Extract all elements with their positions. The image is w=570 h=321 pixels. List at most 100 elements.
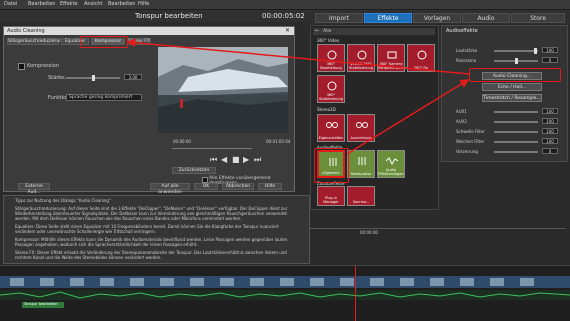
- weichen-filter-slider[interactable]: [494, 141, 538, 143]
- menu-item-bearbeiten[interactable]: Bearbeiten: [28, 1, 55, 7]
- tab-store[interactable]: Store: [511, 13, 565, 23]
- waveform-icon: [385, 156, 399, 166]
- tab-stoergeraeusch[interactable]: Störgeräuschreduzierung: [7, 38, 65, 45]
- schwelle-filter-value[interactable]: 100: [542, 128, 558, 134]
- aux1-value[interactable]: 100: [542, 108, 558, 114]
- alle-breadcrumb[interactable]: Alle: [323, 29, 331, 34]
- close-icon[interactable]: ✕: [285, 27, 290, 34]
- effect-tile-restaurator[interactable]: Restaurator: [347, 150, 375, 178]
- globe-icon: [356, 50, 368, 60]
- category-360-video[interactable]: 360° Video: [317, 38, 339, 43]
- aux2-label: AUX2: [456, 119, 467, 124]
- panorama-value[interactable]: 0: [542, 57, 558, 63]
- verzerrung-label: Verzerrung: [456, 149, 478, 154]
- tab-import[interactable]: Import: [315, 13, 363, 23]
- menu-item-hilfe[interactable]: Hilfe: [138, 1, 149, 7]
- panorama-label: Panorama: [456, 58, 477, 63]
- stop-icon[interactable]: ■: [232, 155, 240, 164]
- weichen-filter-label: Weichen Filter: [456, 139, 485, 144]
- timestretch-button[interactable]: Timestretch / Resample...: [482, 94, 542, 102]
- globe-icon: [416, 50, 428, 60]
- ok-button[interactable]: OK: [194, 183, 218, 190]
- effect-tile-360-kamera[interactable]: 360° Kamera Sensoreinstellung: [377, 44, 409, 72]
- help-paragraph-2: Equalizer: Diese Seite stellt einen Equa…: [15, 224, 279, 235]
- highlight-allgemein-tile: [314, 148, 349, 183]
- preview-video: [158, 47, 288, 133]
- effect-tile-360-bearbeitung[interactable]: 360° Bearbeitung: [317, 44, 345, 72]
- lautstaerke-label: Lautstärke: [456, 48, 478, 53]
- timeline-ruler[interactable]: 00:00:00: [310, 228, 566, 237]
- time-end: 00:01:05:04: [266, 139, 291, 144]
- audio-cleaning-dialog: Audio Cleaning ✕ Störgeräuschreduzierung…: [3, 26, 295, 195]
- tab-stereo-fx[interactable]: Stereo FX: [127, 38, 151, 45]
- menu-item-effekte[interactable]: Effekte: [60, 1, 78, 7]
- help-text-box: Tipps zur Nutzung des Dialogs "Audio Cle…: [3, 195, 310, 264]
- edit-track-label: Tonspur bearbeiten: [22, 302, 64, 308]
- lautstaerke-knob[interactable]: [534, 48, 537, 54]
- aux2-value[interactable]: 100: [542, 118, 558, 124]
- staerke-slider-knob[interactable]: [92, 75, 95, 81]
- echo-hall-button[interactable]: Echo / Hall...: [482, 83, 542, 91]
- externe-audio-button[interactable]: Externe Aud...: [18, 183, 50, 195]
- effect-tile-vegas-360[interactable]: VEGAS 360° Stabilisierung: [347, 44, 375, 72]
- video-track[interactable]: [0, 276, 570, 288]
- help-paragraph-1: Störgeräuschreduzierung: Auf dieser Seit…: [15, 206, 288, 222]
- skip-forward-icon[interactable]: ⏭: [254, 155, 261, 165]
- verzerrung-slider[interactable]: [494, 151, 538, 153]
- glasses-3d-icon: [326, 120, 338, 130]
- effect-tile-sonneo[interactable]: Sonneo...: [347, 186, 375, 206]
- lautstaerke-value[interactable]: 100: [542, 47, 558, 53]
- funktion-select[interactable]: Sprache gering komprimiert: [66, 94, 142, 101]
- glasses-3d-icon: [356, 120, 368, 130]
- effect-tile-eigenschaften[interactable]: Eigenschaften: [317, 114, 345, 142]
- tab-effekte[interactable]: Effekte: [364, 13, 412, 23]
- menu-item-datei[interactable]: Datei: [4, 1, 17, 7]
- schwelle-filter-slider[interactable]: [494, 131, 538, 133]
- highlight-kompressor-tab: [80, 36, 128, 48]
- back-arrow-icon[interactable]: ←: [315, 28, 319, 34]
- kompression-checkbox[interactable]: [18, 63, 25, 70]
- abbrechen-button[interactable]: Abbrechen: [222, 183, 254, 190]
- preview-timeline[interactable]: [172, 148, 252, 149]
- menu-item-ansicht[interactable]: Ansicht: [84, 1, 102, 7]
- tab-vorlagen[interactable]: Vorlagen: [413, 13, 461, 23]
- category-stereo3d[interactable]: Stereo3D: [317, 107, 336, 112]
- auf-alle-anwenden-button[interactable]: Auf alle anwenden: [150, 183, 190, 195]
- globe-icon: [326, 50, 338, 60]
- play-icon[interactable]: ▶: [243, 155, 249, 164]
- camera-icon: [386, 50, 398, 60]
- aux1-label: AUX1: [456, 109, 467, 114]
- skip-back-icon[interactable]: ⏮: [210, 155, 217, 165]
- help-title: Tipps zur Nutzung des Dialogs "Audio Cle…: [15, 198, 111, 203]
- kompression-label: Kompression: [27, 63, 59, 69]
- timecode: 00:00:05:02: [262, 12, 305, 20]
- effect-tile-360-stabilisierung[interactable]: 360° Stabilisierung: [317, 75, 345, 103]
- aux1-slider[interactable]: [494, 111, 538, 113]
- transport-controls: ⏮ ◀ ■ ▶ ⏭: [210, 155, 268, 165]
- menu-bar: Datei Bearbeiten Effekte Ansicht Bearbei…: [0, 0, 570, 10]
- panorama-knob[interactable]: [515, 58, 518, 64]
- effect-tile-audio-effektvorlagen[interactable]: Audio Effektvorlagen: [377, 150, 405, 178]
- timeline-area: Tonspur bearbeiten: [0, 265, 570, 321]
- time-start: 00:00:00: [173, 139, 191, 144]
- weichen-filter-value[interactable]: 100: [542, 138, 558, 144]
- step-back-icon[interactable]: ◀: [221, 155, 227, 164]
- dialog-title: Audio Cleaning: [7, 28, 45, 34]
- staerke-label: Stärke:: [48, 75, 66, 81]
- verzerrung-value[interactable]: 0: [542, 148, 558, 154]
- mixer-sliders-icon: [356, 156, 368, 166]
- playhead[interactable]: [355, 266, 356, 321]
- staerke-value[interactable]: 3.00: [124, 74, 142, 80]
- lautstaerke-slider[interactable]: [494, 50, 538, 52]
- menu-item-bearbeiten-2[interactable]: Bearbeiten: [108, 1, 135, 7]
- effect-tile-plugin-manager[interactable]: Plug-in Manager: [317, 186, 345, 206]
- aux2-slider[interactable]: [494, 121, 538, 123]
- audioeffekte-title: Audioeffekte: [446, 28, 478, 34]
- effect-tile-ausrichtung[interactable]: Ausrichtung: [347, 114, 375, 142]
- effect-tile-360-fix[interactable]: 360° Fix: [407, 44, 435, 72]
- audio-track[interactable]: [0, 290, 570, 300]
- tab-audio[interactable]: Audio: [462, 13, 510, 23]
- hilfe-button[interactable]: Hilfe: [258, 183, 282, 190]
- zuruecksetzen-button[interactable]: Zurücksetzen: [172, 167, 216, 174]
- help-paragraph-4: Stereo FX: Dieser Effekt erlaubt die Ver…: [15, 250, 287, 261]
